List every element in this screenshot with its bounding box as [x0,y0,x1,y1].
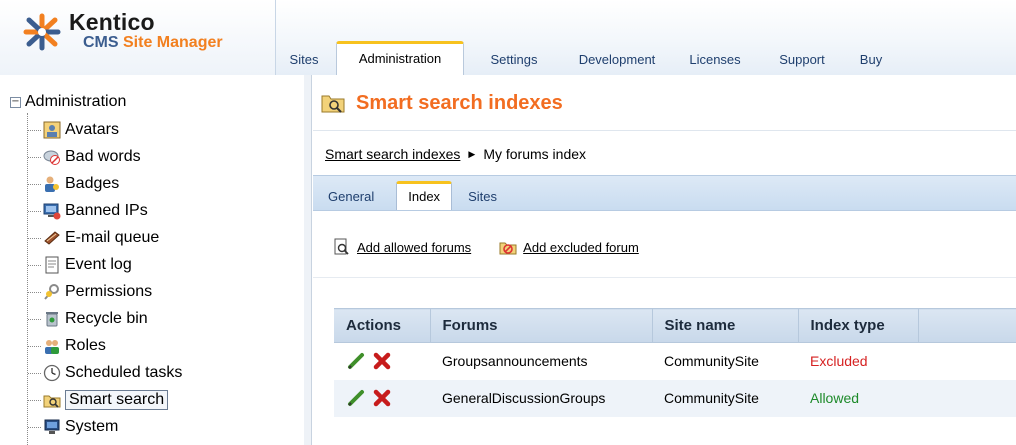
bad-words-icon [43,150,60,165]
tree-item-scheduled-tasks[interactable]: Scheduled tasks [28,360,182,386]
forum-name: Groupsannouncements [442,353,588,370]
divider [313,277,1016,278]
tree-item-label: Smart search [65,390,169,410]
col-site-name[interactable]: Site name [651,308,798,343]
logo-subtitle: CMS Site Manager [83,34,223,51]
tree-item-label: Event log [65,256,132,273]
delete-icon[interactable] [372,388,392,408]
grid-header-row: Actions Forums Site name Index type [334,308,1016,343]
tab-sites[interactable]: Sites [468,184,497,210]
col-index-type[interactable]: Index type [797,308,918,343]
tree-item-banned-ips[interactable]: Banned IPs [28,198,148,224]
tab-development[interactable]: Development [564,45,670,75]
site-manager-header: Kentico CMS Site Manager Sites Administr… [0,0,1016,75]
system-icon [44,419,60,434]
email-queue-icon [44,231,60,245]
logo-wordmark: Kentico [69,9,155,35]
col-filler [917,308,1016,343]
tree-item-label: Avatars [65,121,119,138]
tree-item-email-queue[interactable]: E-mail queue [28,225,159,251]
tree-item-bad-words[interactable]: Bad words [28,144,141,170]
add-excluded-label: Add excluded forum [523,239,639,255]
tab-administration[interactable]: Administration [336,41,464,75]
panel-splitter[interactable] [304,75,312,445]
avatar-icon [43,121,61,139]
sub-tabs: General Index Sites [313,175,1016,211]
banned-ips-icon [43,203,61,220]
tree-item-roles[interactable]: Roles [28,333,106,359]
tree-item-system[interactable]: System [28,414,118,440]
site-name: CommunitySite [664,353,759,370]
tab-licenses[interactable]: Licenses [670,45,760,75]
permissions-icon [44,284,59,300]
tab-index[interactable]: Index [396,181,453,210]
page-title: Smart search indexes [356,92,563,114]
administration-tree: − Administration Avatars Bad words Badge… [0,75,312,445]
col-actions[interactable]: Actions [334,308,430,343]
edit-icon[interactable] [346,351,366,371]
tree-item-label: Recycle bin [65,310,148,327]
tree-item-recycle-bin[interactable]: Recycle bin [28,306,148,332]
top-navigation-tabs: Sites Administration Settings Developmen… [276,40,1016,75]
forum-name: GeneralDiscussionGroups [430,379,652,417]
tree-item-permissions[interactable]: Permissions [28,279,152,305]
site-name: CommunitySite [652,379,798,417]
breadcrumb-current: My forums index [483,146,587,162]
smart-search-icon [43,395,61,408]
logo-area: Kentico CMS Site Manager [0,0,276,75]
breadcrumb: Smart search indexes ▶ My forums index [325,146,586,162]
page-header: Smart search indexes [313,75,1016,131]
add-allowed-label: Add allowed forums [357,239,472,255]
tree-item-label: Permissions [65,283,153,300]
scheduled-tasks-icon [43,364,61,382]
tree-item-label: System [65,418,119,435]
tree-item-label: Banned IPs [65,202,148,219]
breadcrumb-link[interactable]: Smart search indexes [325,146,460,162]
tab-sites[interactable]: Sites [276,45,332,75]
add-allowed-icon [334,238,349,255]
tab-general[interactable]: General [328,184,374,210]
table-row: GeneralDiscussionGroups CommunitySite Al… [334,379,1016,417]
index-type: Allowed [798,379,918,417]
tree-root-administration[interactable]: − Administration [10,92,126,112]
tree-item-smart-search[interactable]: Smart search [28,387,169,413]
main-content: Smart search indexes Smart search indexe… [313,75,1016,445]
badges-icon [45,176,59,192]
collapse-icon[interactable]: − [10,96,21,108]
tab-buy[interactable]: Buy [844,45,898,75]
tree-root-label: Administration [25,93,127,110]
smart-search-title-icon [321,95,345,113]
tree-item-label: E-mail queue [65,229,160,246]
tab-support[interactable]: Support [760,45,844,75]
header-actions: Add allowed forums Add excluded forum [333,238,667,256]
tab-settings[interactable]: Settings [464,45,564,75]
tree-item-label: Roles [65,337,106,354]
forums-grid: Actions Forums Site name Index type Grou… [334,308,1016,417]
tree-item-label: Bad words [65,148,141,165]
tree-item-event-log[interactable]: Event log [28,252,132,278]
roles-icon [45,340,59,354]
add-allowed-forums-button[interactable]: Add allowed forums [333,238,471,256]
tree-item-label: Badges [65,175,120,192]
row-actions [334,343,430,380]
kentico-logo-icon [23,13,61,51]
delete-icon[interactable] [372,351,392,371]
index-type: Excluded [810,353,868,370]
tree-item-badges[interactable]: Badges [28,171,119,197]
add-excluded-forum-button[interactable]: Add excluded forum [499,238,639,256]
edit-icon[interactable] [346,388,366,408]
table-row: Groupsannouncements CommunitySite Exclud… [334,343,1016,380]
tree-item-label: Scheduled tasks [65,364,183,381]
col-forums[interactable]: Forums [429,308,652,343]
recycle-bin-icon [46,312,58,327]
event-log-icon [45,256,59,274]
row-actions [334,379,430,417]
tree-item-avatars[interactable]: Avatars [28,117,119,143]
add-excluded-icon [499,242,517,255]
breadcrumb-separator-icon: ▶ [468,148,476,159]
